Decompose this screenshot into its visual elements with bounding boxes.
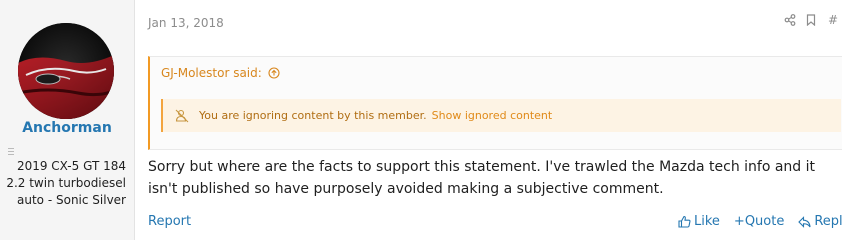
quote-header[interactable]: GJ-Molestor said:: [161, 66, 280, 80]
post-body: Sorry but where are the facts to support…: [148, 159, 816, 197]
quote-button[interactable]: +Quote: [734, 214, 784, 229]
like-button[interactable]: Like: [678, 214, 720, 229]
forum-post: Anchorman 2019 CX-5 GT 184 2.2 twin turb…: [0, 0, 842, 240]
quote-label: +Quote: [733, 214, 785, 229]
report-link[interactable]: Report: [148, 214, 191, 229]
avatar[interactable]: [18, 23, 114, 119]
ignored-content-notice: You are ignoring content by this member.…: [161, 99, 841, 132]
user-title-divider: [8, 148, 14, 156]
arrow-up-circle-icon[interactable]: [268, 67, 280, 79]
quote-block: GJ-Molestor said: You are ignoring conte…: [148, 56, 842, 150]
thumbs-up-icon: [678, 215, 691, 228]
ignored-user-icon: [175, 109, 191, 123]
quote-author[interactable]: GJ-Molestor said:: [161, 66, 262, 80]
reply-icon: [798, 215, 811, 228]
post-actions: #: [784, 13, 838, 27]
reply-button[interactable]: Reply: [798, 214, 842, 229]
ignored-text: You are ignoring content by this member.: [199, 109, 427, 122]
reply-label: Reply: [814, 214, 842, 229]
bookmark-icon[interactable]: [806, 14, 816, 26]
show-ignored-content-link[interactable]: Show ignored content: [432, 109, 553, 122]
post-footer-actions: Like +Quote Reply: [678, 214, 842, 229]
user-sidebar: Anchorman 2019 CX-5 GT 184 2.2 twin turb…: [0, 0, 135, 240]
username-link[interactable]: Anchorman: [0, 120, 134, 136]
post-date[interactable]: Jan 13, 2018: [148, 16, 224, 30]
like-label: Like: [694, 214, 720, 229]
share-icon[interactable]: [784, 14, 796, 26]
post-number-link[interactable]: #: [828, 13, 838, 27]
user-title: 2019 CX-5 GT 184 2.2 twin turbodiesel au…: [6, 159, 126, 207]
avatar-image: [18, 23, 114, 119]
